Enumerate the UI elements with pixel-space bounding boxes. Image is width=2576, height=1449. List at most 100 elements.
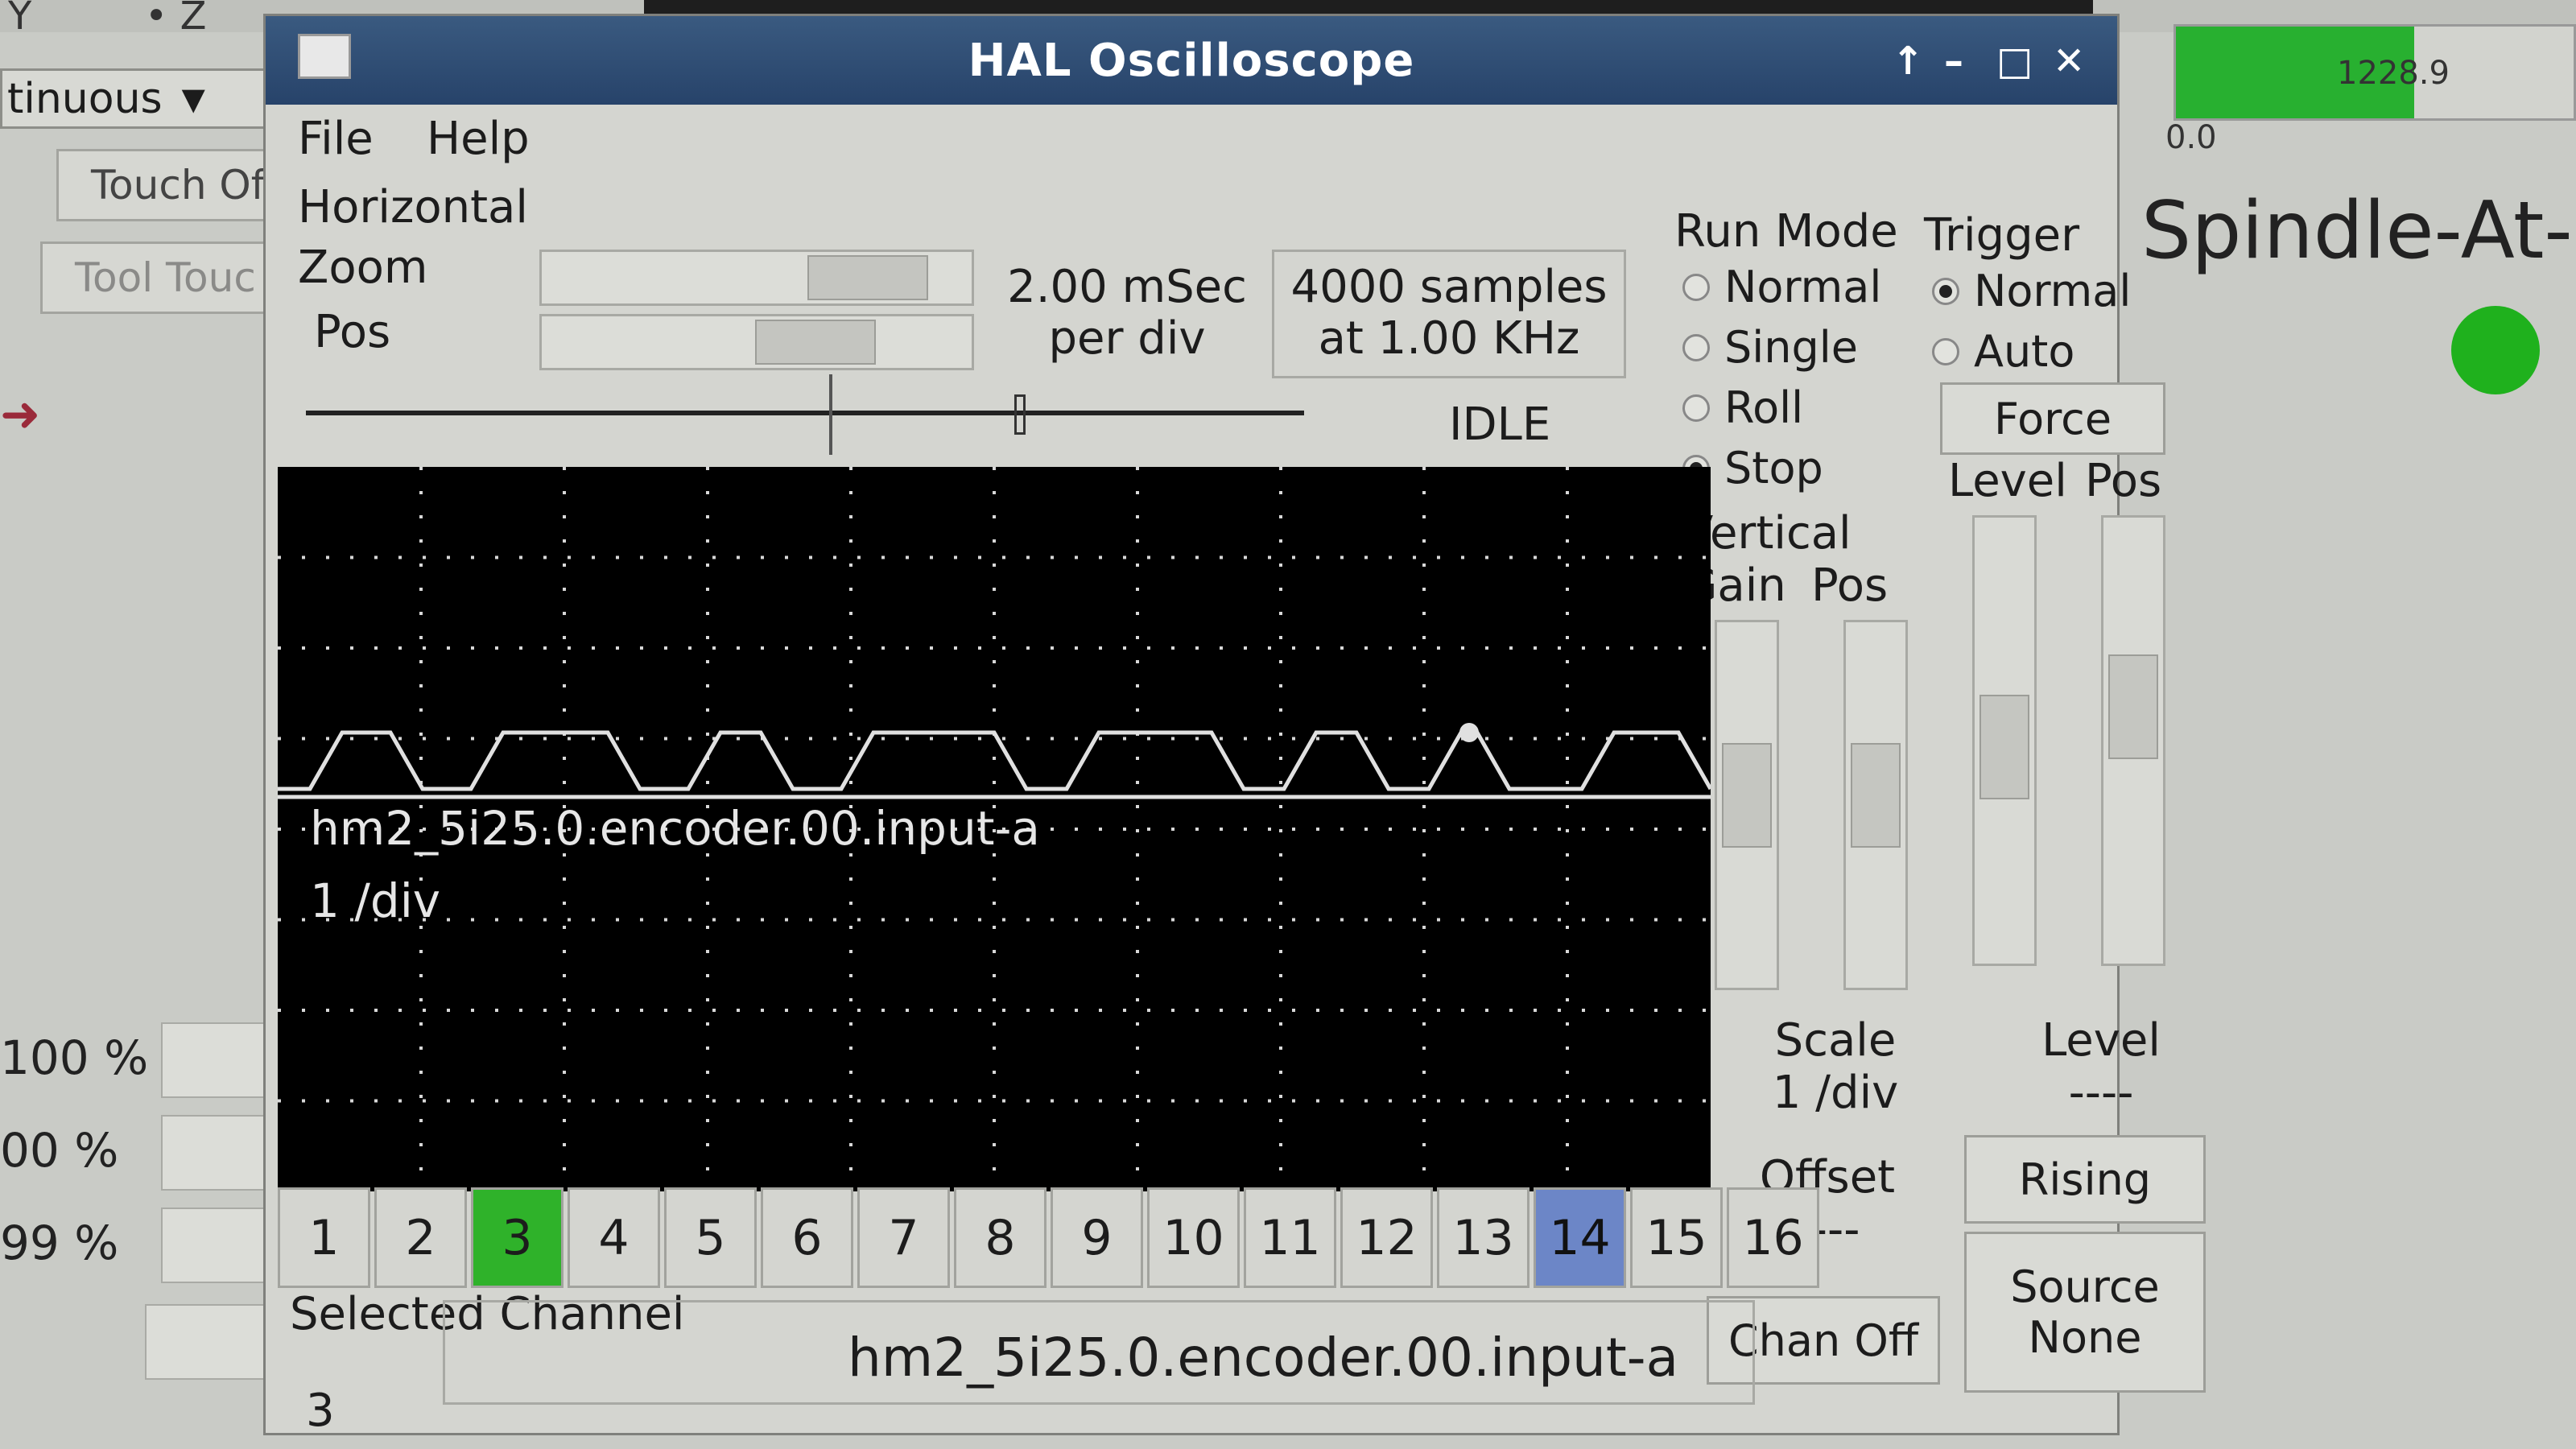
trigger-level-thumb[interactable] bbox=[1979, 695, 2029, 799]
vertical-pos-thumb[interactable] bbox=[1851, 743, 1901, 848]
pin-icon[interactable]: ↑ bbox=[1892, 39, 1924, 84]
zoom-slider-thumb[interactable] bbox=[807, 255, 928, 300]
axis-z-radio[interactable]: • Z bbox=[145, 0, 206, 39]
trigger-auto-label: Auto bbox=[1974, 326, 2075, 377]
vertical-gain-slider[interactable] bbox=[1715, 620, 1779, 990]
trace-scale-label: 1 /div bbox=[310, 873, 441, 928]
scope-display[interactable]: hm2_5i25.0.encoder.00.input-a 1 /div bbox=[278, 467, 1711, 1191]
vertical-scale-readout[interactable]: Scale 1 /div bbox=[1731, 1014, 1940, 1119]
horizontal-pos-slider-thumb[interactable] bbox=[755, 320, 876, 365]
channel-button-label: 15 bbox=[1645, 1209, 1707, 1266]
run-mode-single-radio[interactable]: Single bbox=[1682, 322, 1858, 373]
channel-trace bbox=[278, 730, 1711, 791]
spindle-at-speed-led bbox=[2451, 306, 2540, 394]
trigger-pos-slider[interactable] bbox=[2101, 515, 2165, 966]
radio-indicator bbox=[1932, 337, 1959, 365]
chevron-down-icon: ▼ bbox=[181, 80, 205, 117]
force-trigger-button[interactable]: Force bbox=[1940, 382, 2165, 455]
channel-button-label: 16 bbox=[1742, 1209, 1804, 1266]
vertical-pos-label: Pos bbox=[1811, 559, 1889, 612]
menu-file[interactable]: File bbox=[298, 113, 374, 165]
record-position-bar[interactable] bbox=[306, 411, 1304, 415]
timebase-readout: 2.00 mSec per div bbox=[990, 254, 1264, 374]
channel-button-5[interactable]: 5 bbox=[664, 1187, 757, 1288]
trigger-pos-thumb[interactable] bbox=[2108, 654, 2158, 759]
view-position-marker[interactable] bbox=[1014, 394, 1026, 435]
trigger-source-button[interactable]: Source None bbox=[1964, 1232, 2206, 1393]
channel-button-12[interactable]: 12 bbox=[1340, 1187, 1433, 1288]
timebase-value: 2.00 mSec bbox=[1007, 261, 1247, 313]
channel-button-label: 6 bbox=[791, 1209, 823, 1266]
channel-button-1[interactable]: 1 bbox=[278, 1187, 370, 1288]
touch-off-label: Touch Off bbox=[91, 162, 279, 208]
force-trigger-label: Force bbox=[1993, 393, 2112, 444]
channel-button-label: 13 bbox=[1452, 1209, 1514, 1266]
channel-button-8[interactable]: 8 bbox=[954, 1187, 1046, 1288]
selected-channel-name: hm2_5i25.0.encoder.00.input-a bbox=[848, 1327, 1679, 1389]
samples-count: 4000 samples bbox=[1290, 261, 1608, 313]
chan-off-label: Chan Off bbox=[1728, 1315, 1919, 1366]
selected-channel-field[interactable]: hm2_5i25.0.encoder.00.input-a bbox=[443, 1300, 1755, 1405]
zoom-label: Zoom bbox=[298, 242, 428, 294]
run-mode-roll-radio[interactable]: Roll bbox=[1682, 382, 1803, 433]
run-mode-normal-radio[interactable]: Normal bbox=[1682, 262, 1881, 312]
run-mode-normal-label: Normal bbox=[1724, 262, 1882, 312]
close-icon[interactable]: ✕ bbox=[2053, 39, 2085, 84]
vertical-scale-label: Scale bbox=[1774, 1014, 1897, 1067]
trigger-level-slider-label: Level bbox=[1948, 455, 2067, 507]
trigger-pos-slider-label: Pos bbox=[2085, 455, 2162, 507]
timebase-unit: per div bbox=[1048, 312, 1206, 365]
run-mode-stop-label: Stop bbox=[1724, 443, 1823, 493]
spindle-speed-value: 1228.9 bbox=[2337, 55, 2450, 92]
radio-indicator bbox=[1932, 277, 1959, 305]
horizontal-pos-slider[interactable] bbox=[539, 314, 974, 370]
vertical-pos-slider[interactable] bbox=[1843, 620, 1908, 990]
trigger-level-title: Level bbox=[2041, 1014, 2161, 1067]
samples-readout: 4000 samples at 1.00 KHz bbox=[1272, 250, 1626, 378]
channel-button-15[interactable]: 15 bbox=[1630, 1187, 1723, 1288]
mode-select[interactable]: tinuous ▼ bbox=[0, 68, 266, 129]
trigger-point-marker bbox=[1459, 723, 1479, 742]
channel-button-label: 8 bbox=[985, 1209, 1016, 1266]
menu-help[interactable]: Help bbox=[427, 113, 530, 165]
trigger-auto-radio[interactable]: Auto bbox=[1932, 326, 2074, 377]
horizontal-section-label: Horizontal bbox=[298, 181, 528, 233]
trigger-edge-button[interactable]: Rising bbox=[1964, 1135, 2206, 1224]
pos-label: Pos bbox=[314, 306, 391, 358]
trigger-label: Trigger bbox=[1924, 209, 2080, 262]
trigger-normal-radio[interactable]: Normal bbox=[1932, 266, 2131, 316]
channel-button-11[interactable]: 11 bbox=[1244, 1187, 1336, 1288]
minimize-icon[interactable]: – bbox=[1944, 39, 1963, 84]
channel-button-14[interactable]: 14 bbox=[1534, 1187, 1626, 1288]
run-mode-single-label: Single bbox=[1724, 322, 1859, 373]
tool-touch-label: Tool Touc bbox=[75, 254, 256, 301]
axis-y-label: Y bbox=[8, 0, 32, 39]
vertical-gain-thumb[interactable] bbox=[1722, 743, 1772, 848]
scope-status: IDLE bbox=[1449, 398, 1551, 451]
trigger-normal-label: Normal bbox=[1974, 266, 2132, 316]
channel-button-3[interactable]: 3 bbox=[471, 1187, 564, 1288]
zoom-slider[interactable] bbox=[539, 250, 974, 306]
trigger-source-label: Source bbox=[2010, 1261, 2160, 1312]
channel-button-16[interactable]: 16 bbox=[1727, 1187, 1819, 1288]
channel-button-9[interactable]: 9 bbox=[1051, 1187, 1143, 1288]
mode-select-value: tinuous bbox=[7, 74, 163, 123]
maximize-icon[interactable]: □ bbox=[1996, 39, 2033, 84]
channel-button-13[interactable]: 13 bbox=[1437, 1187, 1530, 1288]
spindle-speed-bar: 1228.9 bbox=[2174, 24, 2576, 121]
channel-button-4[interactable]: 4 bbox=[568, 1187, 660, 1288]
selected-channel-number: 3 bbox=[306, 1385, 335, 1437]
sample-rate: at 1.00 KHz bbox=[1318, 312, 1580, 365]
trigger-source-value: None bbox=[2028, 1312, 2142, 1363]
channel-button-6[interactable]: 6 bbox=[761, 1187, 853, 1288]
override-bar-4[interactable] bbox=[145, 1304, 285, 1380]
channel-button-7[interactable]: 7 bbox=[857, 1187, 950, 1288]
radio-indicator bbox=[1682, 273, 1710, 301]
channel-button-2[interactable]: 2 bbox=[374, 1187, 467, 1288]
channel-button-label: 5 bbox=[695, 1209, 726, 1266]
channel-button-label: 14 bbox=[1549, 1209, 1611, 1266]
trigger-level-slider[interactable] bbox=[1972, 515, 2037, 966]
window-title: HAL Oscilloscope bbox=[968, 34, 1415, 87]
channel-button-label: 1 bbox=[308, 1209, 340, 1266]
channel-button-10[interactable]: 10 bbox=[1147, 1187, 1240, 1288]
